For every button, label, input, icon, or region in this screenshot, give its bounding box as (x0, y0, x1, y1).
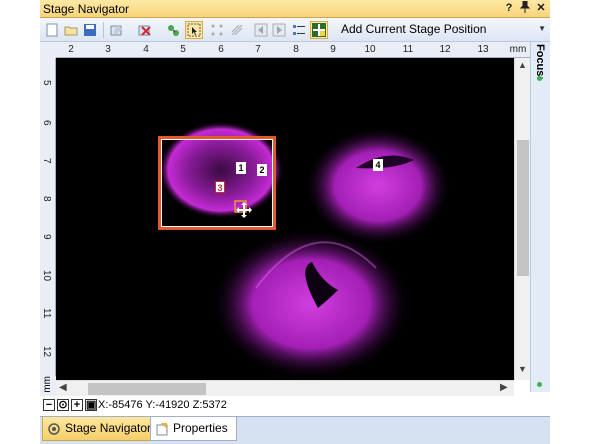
edit-position-icon[interactable] (108, 21, 126, 39)
stage-canvas[interactable]: 1 2 3 4 (56, 58, 514, 380)
help-button[interactable]: ? (502, 1, 516, 15)
tile-icon[interactable] (228, 21, 246, 39)
previous-icon[interactable] (252, 21, 270, 39)
ruler-tick-label: 5 (41, 80, 52, 86)
ruler-tick-label: 7 (41, 158, 52, 164)
ruler-tick-label: 8 (41, 196, 52, 202)
ruler-tick-label: 11 (41, 308, 52, 319)
scroll-down-icon[interactable]: ▼ (518, 364, 527, 374)
tab-label: Properties (173, 421, 228, 435)
horizontal-scrollbar[interactable]: ◀ ▶ (56, 380, 514, 396)
specimen-image (159, 122, 450, 378)
vertical-ruler: 5 6 7 8 9 10 11 12 (40, 58, 56, 380)
vertical-scrollbar[interactable]: ▲ ▼ (514, 58, 530, 380)
remove-position-icon[interactable] (136, 21, 154, 39)
properties-icon (155, 422, 169, 436)
focus-panel: Focus: (530, 42, 550, 392)
zoom-in-button[interactable]: + (71, 399, 83, 411)
stage-coordinates: X:-85476 Y:-41920 Z:5372 (98, 399, 227, 411)
save-icon[interactable] (81, 21, 99, 39)
stage-navigator-window: Stage Navigator ? ✕ Add Current Stage Po… (40, 0, 550, 444)
zoom-fit-button[interactable]: ▣ (85, 399, 97, 411)
focus-indicator-icon (537, 76, 542, 81)
pin-button[interactable] (518, 0, 532, 15)
stage-navigator-icon (47, 422, 61, 436)
position-marker[interactable]: 2 (257, 164, 267, 176)
specimen-3 (213, 230, 409, 378)
ruler-tick-label: 4 (143, 44, 149, 55)
title-bar: Stage Navigator ? ✕ (40, 0, 550, 18)
ruler-tick-label: 12 (439, 44, 451, 55)
ruler-tick-label: 5 (180, 44, 186, 55)
move-cursor-icon (234, 200, 252, 218)
tab-properties[interactable]: Properties (150, 417, 237, 441)
ruler-tick-label: 8 (293, 44, 299, 55)
status-bar: − ⊙ + ▣ X:-85476 Y:-41920 Z:5372 (40, 396, 550, 416)
list-icon[interactable] (290, 21, 308, 39)
ruler-tick-label: 10 (41, 270, 52, 282)
select-tool-icon[interactable] (185, 21, 203, 39)
toolbar-overflow-icon[interactable]: ▼ (538, 24, 546, 33)
close-button[interactable]: ✕ (534, 1, 548, 15)
title-bar-buttons: ? ✕ (502, 0, 548, 15)
ruler-tick-label: 9 (41, 234, 52, 240)
zoom-reset-button[interactable]: ⊙ (57, 399, 69, 411)
tab-strip: Stage Navigator Properties (40, 416, 550, 444)
scroll-up-icon[interactable]: ▲ (518, 60, 527, 70)
focus-label: Focus: (534, 44, 546, 81)
ruler-tick-label: 6 (41, 120, 52, 126)
position-marker[interactable]: 1 (236, 162, 246, 174)
scroll-right-icon[interactable]: ▶ (500, 382, 508, 393)
ruler-unit-label: mm (42, 376, 53, 393)
toolbar-divider (103, 22, 104, 38)
grid-points-icon[interactable] (208, 21, 226, 39)
ruler-tick-label: 7 (255, 44, 261, 55)
ruler-tick-label: 10 (364, 44, 376, 55)
next-icon[interactable] (270, 21, 288, 39)
ruler-tick-label: 9 (330, 44, 336, 55)
horizontal-ruler: 2 3 4 5 6 7 8 9 10 11 12 13 mm (56, 42, 530, 58)
add-current-stage-position-button[interactable]: Add Current Stage Position (341, 22, 486, 36)
tab-stage-navigator[interactable]: Stage Navigator (42, 417, 161, 441)
horizontal-scroll-thumb[interactable] (88, 383, 206, 395)
new-icon[interactable] (43, 21, 61, 39)
position-marker[interactable]: 4 (373, 159, 383, 171)
tab-label: Stage Navigator (65, 421, 152, 435)
toolbar: Add Current Stage Position ▼ (40, 18, 550, 42)
ruler-tick-label: 11 (402, 44, 414, 55)
stage-move-icon[interactable] (310, 21, 328, 39)
add-point-icon[interactable] (164, 21, 182, 39)
ruler-unit-label: mm (509, 44, 527, 55)
window-title: Stage Navigator (43, 2, 130, 16)
open-icon[interactable] (62, 21, 80, 39)
vertical-ruler-unit: mm (40, 376, 56, 396)
specimen-2 (306, 128, 450, 244)
zoom-out-button[interactable]: − (43, 399, 55, 411)
ruler-tick-label: 2 (68, 44, 74, 55)
vertical-scroll-thumb[interactable] (517, 140, 529, 276)
ruler-tick-label: 6 (218, 44, 224, 55)
focus-indicator-icon (537, 382, 542, 387)
ruler-tick-label: 12 (41, 346, 52, 358)
ruler-corner (40, 42, 56, 58)
scroll-left-icon[interactable]: ◀ (59, 382, 67, 393)
ruler-tick-label: 13 (477, 44, 489, 55)
ruler-tick-label: 3 (105, 44, 111, 55)
position-marker[interactable]: 3 (215, 181, 225, 193)
